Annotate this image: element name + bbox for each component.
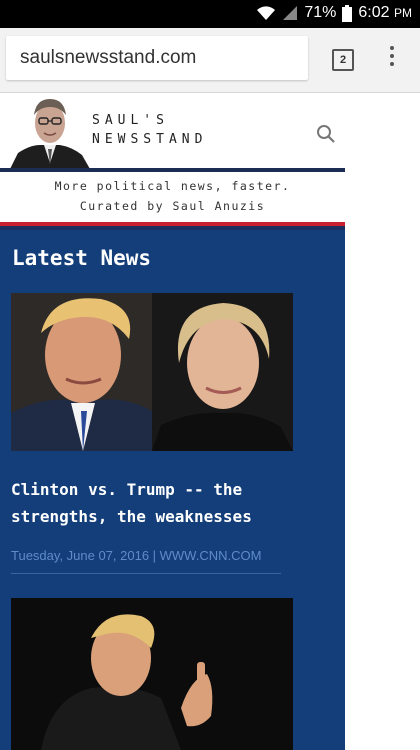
article-divider — [11, 573, 281, 574]
header-divider — [0, 168, 345, 172]
tagline-line-2: Curated by Saul Anuzis — [79, 199, 266, 213]
clock: 6:02 PM — [358, 4, 412, 21]
article-image[interactable] — [11, 598, 293, 750]
status-bar: 71% 6:02 PM — [0, 0, 420, 28]
wifi-icon — [256, 5, 276, 21]
logo-line-1: SAUL'S — [92, 113, 169, 128]
overflow-menu-icon[interactable] — [388, 46, 396, 72]
tagline-line-1: More political news, faster. — [54, 179, 291, 193]
tab-switcher-button[interactable]: 2 — [332, 49, 354, 71]
battery-icon — [342, 4, 353, 22]
section-title: Latest News — [12, 246, 152, 270]
logo-line-2: NEWSSTAND — [92, 132, 208, 147]
url-text: saulsnewsstand.com — [20, 47, 197, 68]
signal-icon — [282, 5, 298, 21]
site-logo-text[interactable]: SAUL'S NEWSSTAND — [92, 111, 207, 149]
site-header: SAUL'S NEWSSTAND — [0, 93, 345, 169]
tagline: More political news, faster. Curated by … — [0, 176, 345, 216]
article-headline[interactable]: Clinton vs. Trump -- the strengths, the … — [11, 476, 301, 530]
article-image[interactable] — [11, 293, 293, 451]
status-indicators: 71% 6:02 PM — [256, 4, 412, 22]
article-meta[interactable]: Tuesday, June 07, 2016 | WWW.CNN.COM — [11, 548, 261, 563]
battery-percent: 71% — [304, 4, 337, 21]
search-icon[interactable] — [316, 124, 336, 144]
saul-portrait-logo[interactable] — [10, 93, 90, 169]
address-bar[interactable]: saulsnewsstand.com — [6, 36, 308, 80]
browser-toolbar: saulsnewsstand.com 2 — [0, 28, 420, 93]
latest-news-panel: Latest News Clinton vs. Trump -- the str… — [0, 230, 345, 750]
